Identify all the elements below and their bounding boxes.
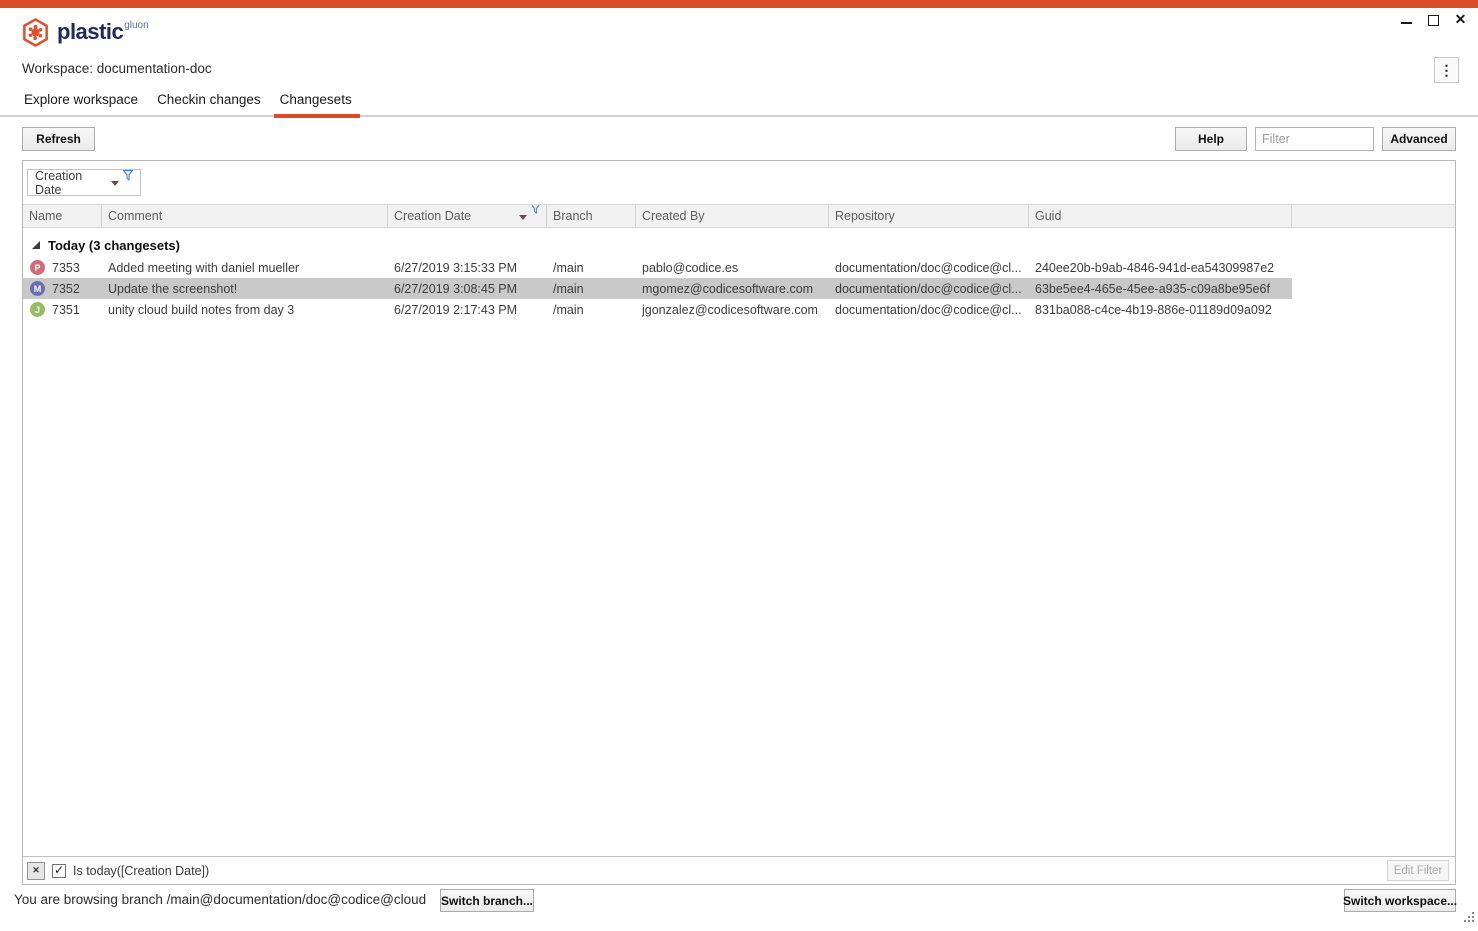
creation-date-cell: 6/27/2019 2:17:43 PM [388, 303, 547, 317]
minimize-button[interactable] [1393, 8, 1420, 32]
repository-cell: documentation/doc@codice@cl... [829, 303, 1029, 317]
branch-cell: /main [547, 261, 636, 275]
tab-explore-workspace[interactable]: Explore workspace [24, 92, 138, 107]
resize-grip-icon[interactable] [1463, 910, 1475, 928]
group-by-dropdown[interactable]: Creation Date [27, 169, 141, 196]
comment-cell: Update the screenshot! [102, 282, 388, 296]
app-name: plastic [57, 17, 123, 47]
tab-checkin-changes[interactable]: Checkin changes [157, 92, 261, 107]
group-by-value: Creation Date [35, 169, 104, 197]
changeset-id: 7353 [52, 261, 80, 275]
filter-input[interactable] [1255, 127, 1374, 151]
browsing-branch-status: You are browsing branch /main@documentat… [14, 892, 426, 907]
filter-funnel-icon [531, 205, 540, 217]
main-tabs: Explore workspace Checkin changes Change… [24, 92, 352, 107]
creation-date-cell: 6/27/2019 3:08:45 PM [388, 282, 547, 296]
repository-cell: documentation/doc@codice@cl... [829, 282, 1029, 296]
column-header-creation-date-label: Creation Date [394, 209, 471, 223]
sort-caret-icon [111, 181, 119, 186]
group-row-today[interactable]: Today (3 changesets) [23, 234, 180, 256]
maximize-button[interactable] [1420, 8, 1447, 32]
changeset-id: 7351 [52, 303, 80, 317]
advanced-button[interactable]: Advanced [1382, 127, 1456, 151]
branch-cell: /main [547, 303, 636, 317]
created-by-cell: jgonzalez@codicesoftware.com [636, 303, 829, 317]
changeset-id: 7352 [52, 282, 80, 296]
filter-expression: Is today([Creation Date]) [73, 864, 209, 878]
changeset-row[interactable]: P 7353 Added meeting with daniel mueller… [23, 257, 1292, 278]
kebab-menu-button[interactable] [1434, 57, 1459, 83]
app-name-superscript: gluon [124, 17, 148, 31]
column-header-comment[interactable]: Comment [102, 205, 388, 227]
column-header-created-by[interactable]: Created By [636, 205, 829, 227]
name-cell: J 7351 [23, 302, 102, 317]
user-avatar: P [30, 260, 45, 275]
window-accent-bar [0, 0, 1478, 8]
created-by-cell: mgomez@codicesoftware.com [636, 282, 829, 296]
sort-caret-icon [519, 215, 527, 220]
changeset-row[interactable]: J 7351 unity cloud build notes from day … [23, 299, 1292, 320]
close-button[interactable] [1447, 8, 1474, 32]
maximize-icon [1428, 15, 1439, 26]
guid-cell: 240ee20b-b9ab-4846-941d-ea54309987e2 [1029, 261, 1292, 275]
filter-funnel-icon [123, 170, 133, 184]
user-avatar: M [30, 281, 45, 296]
switch-workspace-button[interactable]: Switch workspace... [1344, 889, 1456, 912]
switch-branch-button[interactable]: Switch branch... [440, 889, 534, 912]
remove-filter-button[interactable] [27, 862, 45, 880]
expander-triangle-icon[interactable] [32, 241, 40, 249]
name-cell: P 7353 [23, 260, 102, 275]
filter-enabled-checkbox[interactable] [52, 864, 66, 878]
close-icon [1455, 11, 1467, 29]
changeset-row-selected[interactable]: M 7352 Update the screenshot! 6/27/2019 … [23, 278, 1292, 299]
column-header-filler [1292, 205, 1455, 227]
comment-cell: Added meeting with daniel mueller [102, 261, 388, 275]
table-header: Name Comment Creation Date Branch Create… [23, 204, 1455, 228]
refresh-button[interactable]: Refresh [22, 127, 95, 151]
filter-bar: Is today([Creation Date]) Edit Filter [23, 856, 1455, 884]
window-controls [1393, 8, 1474, 32]
minimize-icon [1401, 22, 1412, 24]
edit-filter-button[interactable]: Edit Filter [1387, 860, 1449, 881]
plastic-splat-logo-icon [20, 17, 51, 48]
creation-date-cell: 6/27/2019 3:15:33 PM [388, 261, 547, 275]
group-label: Today (3 changesets) [48, 238, 180, 253]
branch-cell: /main [547, 282, 636, 296]
name-cell: M 7352 [23, 281, 102, 296]
help-button[interactable]: Help [1175, 127, 1247, 151]
column-header-name[interactable]: Name [23, 205, 102, 227]
app-logo: plastic gluon [20, 17, 149, 48]
column-header-branch[interactable]: Branch [547, 205, 636, 227]
created-by-cell: pablo@codice.es [636, 261, 829, 275]
creation-date-header-icons [512, 213, 540, 220]
guid-cell: 831ba088-c4ce-4b19-886e-01189d09a092 [1029, 303, 1292, 317]
column-header-creation-date[interactable]: Creation Date [388, 205, 547, 227]
column-header-guid[interactable]: Guid [1029, 205, 1292, 227]
column-header-repository[interactable]: Repository [829, 205, 1029, 227]
guid-cell: 63be5ee4-465e-45ee-a935-c09a8be95e6f [1029, 282, 1292, 296]
tabs-divider [0, 115, 1478, 117]
tab-changesets[interactable]: Changesets [280, 92, 352, 107]
user-avatar: J [30, 302, 45, 317]
changesets-panel: Creation Date Name Comment Creation Date… [22, 160, 1456, 885]
workspace-label: Workspace: documentation-doc [22, 61, 212, 76]
comment-cell: unity cloud build notes from day 3 [102, 303, 388, 317]
repository-cell: documentation/doc@codice@cl... [829, 261, 1029, 275]
